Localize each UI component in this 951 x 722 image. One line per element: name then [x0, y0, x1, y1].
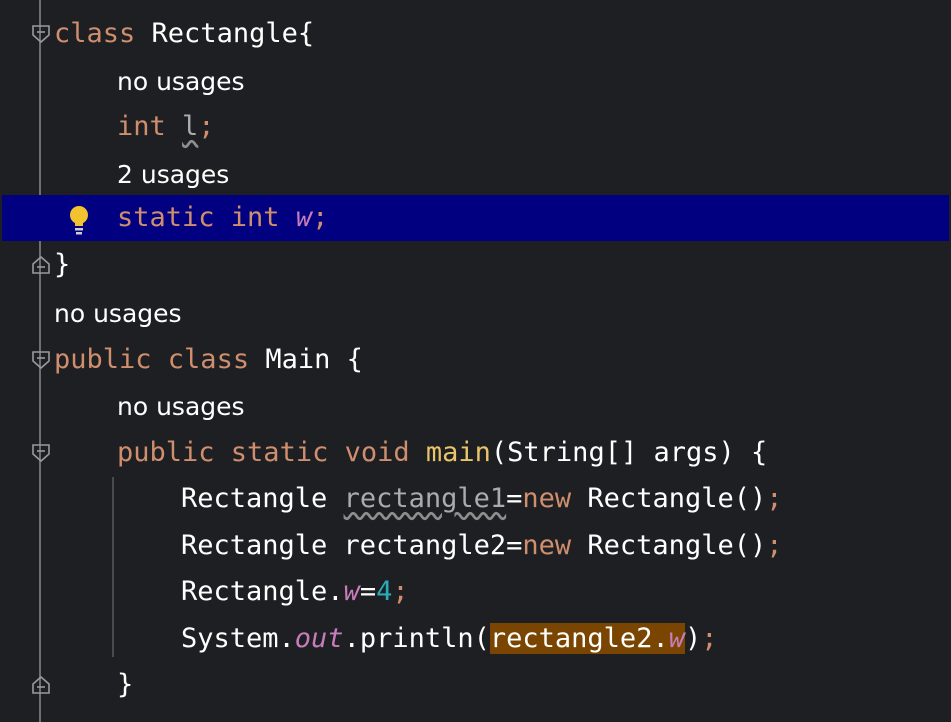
code-line[interactable]: System.out.println(rectangle2.w);	[0, 616, 951, 662]
code-editor[interactable]: class Rectangle{ no usages int l; 2 usag…	[0, 0, 951, 722]
code-token[interactable]: rectangle1	[344, 483, 507, 514]
code-token[interactable]: )	[685, 623, 701, 654]
code-token[interactable]: Rectangle()	[587, 483, 766, 514]
fold-close-icon[interactable]	[30, 254, 52, 276]
code-line[interactable]: Rectangle rectangle1=new Rectangle();	[0, 476, 951, 522]
code-token[interactable]: w	[344, 576, 360, 607]
inlay-hint-line: 2 usages	[0, 151, 951, 197]
code-token[interactable]: class	[168, 344, 266, 375]
usage-hint[interactable]: 2 usages	[117, 161, 229, 189]
usage-hint[interactable]: no usages	[117, 68, 245, 96]
code-token[interactable]: Rectangle{	[152, 18, 315, 49]
code-token[interactable]: int	[117, 111, 182, 142]
code-token[interactable]: ;	[312, 202, 328, 233]
fold-open-icon[interactable]	[30, 442, 52, 464]
usage-hint[interactable]: no usages	[54, 300, 182, 328]
code-token[interactable]: Rectangle.	[181, 576, 344, 607]
code-text: Rectangle rectangle1=new Rectangle();	[181, 484, 783, 514]
code-token[interactable]: =	[506, 483, 522, 514]
code-text: static int w;	[117, 203, 328, 233]
code-line[interactable]: }	[0, 662, 951, 708]
code-token[interactable]: static	[117, 202, 231, 233]
fold-open-icon[interactable]	[30, 23, 52, 45]
code-token[interactable]: (String[] args) {	[491, 437, 767, 468]
code-line[interactable]: class Rectangle{	[0, 11, 951, 57]
code-token[interactable]: ;	[701, 623, 717, 654]
code-text: Rectangle rectangle2=new Rectangle();	[181, 531, 782, 561]
code-text: Rectangle.w=4;	[181, 577, 409, 607]
code-text: }	[117, 670, 133, 700]
code-token[interactable]: }	[117, 669, 133, 700]
current-code-line[interactable]: static int w;	[2, 195, 949, 241]
usage-hint[interactable]: no usages	[117, 393, 245, 421]
code-token[interactable]: public	[117, 437, 231, 468]
code-token[interactable]: .println(	[344, 623, 490, 654]
code-token[interactable]: System.	[181, 623, 295, 654]
code-token[interactable]: l	[182, 111, 198, 142]
code-text: int l;	[117, 112, 215, 142]
code-token[interactable]: w	[296, 202, 312, 233]
code-token[interactable]: Main {	[265, 344, 363, 375]
inlay-hint-line: no usages	[0, 290, 951, 336]
code-text: System.out.println(rectangle2.w);	[181, 623, 718, 654]
code-text: public static void main(String[] args) {	[117, 438, 767, 468]
code-token[interactable]: w	[668, 623, 685, 654]
code-token[interactable]: new	[522, 483, 587, 514]
code-token[interactable]: class	[54, 18, 152, 49]
code-token[interactable]: rectangle2.	[489, 623, 669, 654]
code-token[interactable]: int	[231, 202, 296, 233]
code-token[interactable]: main	[426, 437, 491, 468]
code-token[interactable]: 4	[376, 576, 392, 607]
code-line[interactable]: }	[0, 242, 951, 288]
code-line[interactable]: int l;	[0, 104, 951, 150]
code-token[interactable]: Rectangle rectangle2=	[181, 530, 522, 561]
code-token[interactable]: out	[295, 623, 344, 654]
code-token[interactable]: new	[522, 530, 587, 561]
code-token[interactable]: ;	[766, 483, 782, 514]
code-text: class Rectangle{	[54, 19, 314, 49]
fold-open-icon[interactable]	[30, 349, 52, 371]
code-token[interactable]: ;	[766, 530, 782, 561]
inlay-hint-line: no usages	[0, 383, 951, 429]
code-token[interactable]: Rectangle()	[587, 530, 766, 561]
code-token[interactable]: =	[360, 576, 376, 607]
fold-close-icon[interactable]	[30, 674, 52, 696]
code-line[interactable]: Rectangle.w=4;	[0, 569, 951, 615]
code-line[interactable]: public static void main(String[] args) {	[0, 430, 951, 476]
code-token[interactable]: static	[231, 437, 345, 468]
code-token[interactable]: public	[54, 344, 168, 375]
code-line[interactable]: Rectangle rectangle2=new Rectangle();	[0, 523, 951, 569]
code-token[interactable]: ;	[198, 111, 214, 142]
code-token[interactable]: ;	[392, 576, 408, 607]
inlay-hint-line: no usages	[0, 58, 951, 104]
code-token[interactable]: void	[345, 437, 426, 468]
code-line[interactable]: public class Main {	[0, 337, 951, 383]
code-text: public class Main {	[54, 345, 363, 375]
code-token[interactable]: Rectangle	[181, 483, 344, 514]
code-token[interactable]: }	[54, 249, 70, 280]
lightbulb-icon[interactable]	[66, 204, 94, 236]
code-text: }	[54, 250, 70, 280]
